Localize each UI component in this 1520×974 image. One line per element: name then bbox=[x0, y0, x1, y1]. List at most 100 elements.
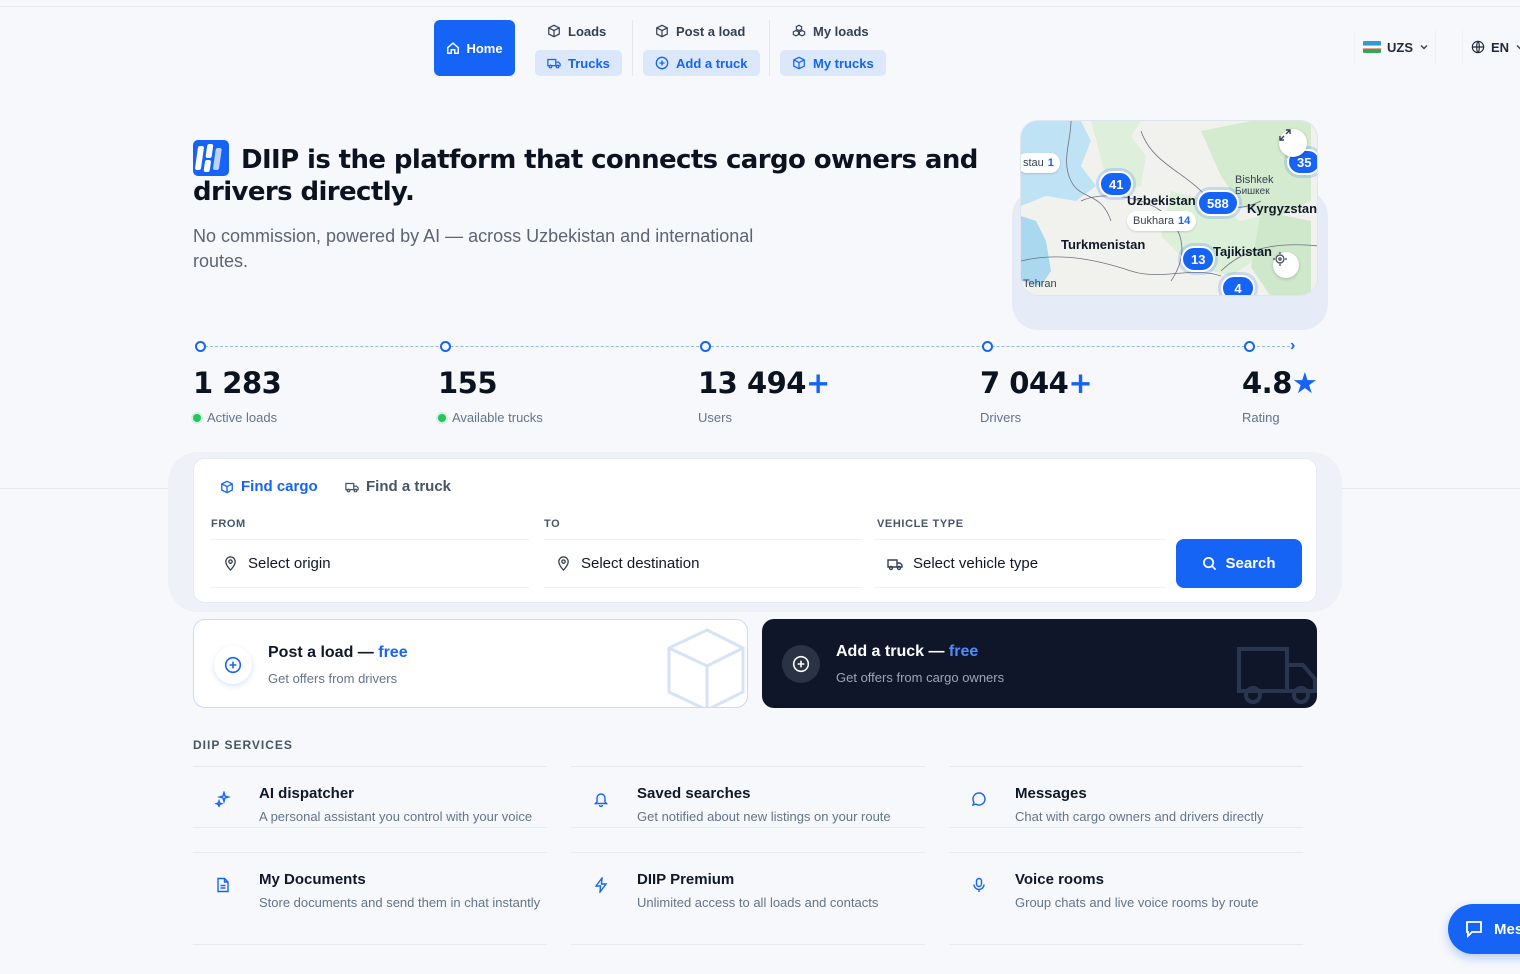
search-button[interactable]: Search bbox=[1176, 539, 1302, 588]
nav-home-button[interactable]: Home bbox=[434, 20, 515, 76]
timeline-dot bbox=[700, 341, 711, 352]
service-title: DIIP Premium bbox=[637, 871, 735, 888]
vehicle-type-label: VEHICLE TYPE bbox=[877, 518, 964, 530]
map-label-bishkek-cyrillic: Бишкек bbox=[1235, 186, 1270, 197]
uzbekistan-flag-icon bbox=[1363, 41, 1381, 53]
map-cluster[interactable]: 588 bbox=[1197, 190, 1239, 216]
service-diip-premium[interactable]: DIIP Premium Unlimited access to all loa… bbox=[571, 852, 925, 945]
language-selector[interactable]: EN bbox=[1462, 30, 1520, 64]
tab-find-cargo-label: Find cargo bbox=[241, 478, 318, 495]
truck-icon bbox=[887, 558, 903, 570]
nav-separator bbox=[769, 20, 770, 76]
origin-placeholder: Select origin bbox=[248, 555, 331, 572]
nav-my-trucks[interactable]: My trucks bbox=[780, 50, 886, 76]
tab-find-truck[interactable]: Find a truck bbox=[345, 478, 451, 495]
service-description: A personal assistant you control with yo… bbox=[259, 809, 533, 824]
search-button-label: Search bbox=[1225, 555, 1276, 572]
timeline-dot bbox=[440, 341, 451, 352]
chevron-right-icon: › bbox=[1290, 337, 1296, 354]
boxes-icon bbox=[792, 24, 806, 37]
top-divider bbox=[0, 6, 1520, 7]
nav-group-loads: Loads Trucks bbox=[535, 20, 622, 76]
stat-drivers-value: 7 044+ bbox=[980, 366, 1093, 400]
service-title: Voice rooms bbox=[1015, 871, 1104, 888]
timeline-dot bbox=[982, 341, 993, 352]
currency-label: UZS bbox=[1387, 39, 1413, 55]
add-truck-card[interactable]: Add a truck — free Get offers from cargo… bbox=[762, 619, 1317, 708]
nav-separator bbox=[632, 20, 633, 76]
expand-map-button[interactable] bbox=[1279, 129, 1307, 157]
map-label-turkmenistan: Turkmenistan bbox=[1061, 237, 1146, 252]
nav-group-post: Post a load Add a truck bbox=[643, 20, 760, 76]
add-truck-subtitle: Get offers from cargo owners bbox=[836, 670, 1005, 685]
map-label-uzbekistan: Uzbekistan bbox=[1127, 193, 1196, 208]
hero-subtitle: No commission, powered by AI — across Uz… bbox=[193, 226, 754, 271]
post-load-card[interactable]: Post a load — free Get offers from drive… bbox=[193, 619, 748, 708]
service-saved-searches[interactable]: Saved searches Get notified about new li… bbox=[571, 766, 925, 828]
service-my-documents[interactable]: My Documents Store documents and send th… bbox=[193, 852, 547, 945]
tab-find-truck-label: Find a truck bbox=[366, 478, 452, 495]
chevron-down-icon bbox=[1420, 45, 1428, 50]
map-pin-icon bbox=[558, 556, 569, 571]
box-plus-icon bbox=[656, 24, 668, 38]
stat-rating-label: Rating bbox=[1242, 410, 1280, 425]
chat-bubble-icon bbox=[971, 792, 986, 807]
microphone-icon bbox=[973, 877, 985, 892]
box-icon bbox=[548, 24, 560, 38]
nav-my-loads[interactable]: My loads bbox=[780, 20, 886, 42]
bell-icon bbox=[593, 793, 609, 807]
destination-select[interactable]: Select destination bbox=[544, 539, 862, 588]
map-chip-bukhara[interactable]: Bukhara 14 bbox=[1127, 211, 1197, 231]
currency-selector[interactable]: UZS bbox=[1354, 30, 1436, 64]
nav-trucks-label: Trucks bbox=[568, 55, 610, 71]
live-dot-icon bbox=[193, 413, 201, 422]
live-dot-icon bbox=[438, 413, 446, 422]
crosshair-icon bbox=[1273, 252, 1287, 266]
document-icon bbox=[217, 877, 229, 893]
add-truck-title: Add a truck — free bbox=[836, 643, 979, 660]
vehicle-type-select[interactable]: Select vehicle type bbox=[875, 539, 1165, 588]
timeline-dot bbox=[1244, 341, 1255, 352]
nav-add-truck-label: Add a truck bbox=[676, 55, 748, 71]
origin-select[interactable]: Select origin bbox=[211, 539, 529, 588]
expand-icon bbox=[1279, 129, 1291, 141]
service-messages[interactable]: Messages Chat with cargo owners and driv… bbox=[949, 766, 1303, 828]
package-icon bbox=[793, 56, 805, 70]
nav-loads[interactable]: Loads bbox=[535, 20, 622, 42]
truck-icon bbox=[345, 482, 359, 492]
home-icon bbox=[447, 42, 460, 54]
map-pin-icon bbox=[225, 556, 236, 571]
chat-icon bbox=[1466, 921, 1482, 939]
map-cluster[interactable]: 13 bbox=[1181, 246, 1216, 272]
service-ai-dispatcher[interactable]: AI dispatcher A personal assistant you c… bbox=[193, 766, 547, 828]
map-widget[interactable]: stau 1 41 Uzbekistan 588 Kyrgyzstan Bishk… bbox=[1020, 120, 1318, 296]
from-label: FROM bbox=[211, 518, 246, 530]
post-load-subtitle: Get offers from drivers bbox=[268, 671, 398, 686]
to-label: TO bbox=[544, 518, 561, 530]
plus-circle-icon bbox=[214, 646, 252, 684]
stat-drivers-label: Drivers bbox=[980, 410, 1022, 425]
nav-trucks[interactable]: Trucks bbox=[535, 50, 622, 76]
messages-fab-label: Mes bbox=[1494, 920, 1520, 938]
map-cluster[interactable]: 4 bbox=[1221, 275, 1255, 295]
box-decoration-icon bbox=[667, 628, 745, 707]
map-label-tehran: Tehran bbox=[1023, 278, 1057, 290]
nav-post-load-label: Post a load bbox=[676, 23, 746, 39]
nav-post-load[interactable]: Post a load bbox=[643, 20, 760, 42]
service-description: Get notified about new listings on your … bbox=[637, 809, 891, 824]
service-voice-rooms[interactable]: Voice rooms Group chats and live voice r… bbox=[949, 852, 1303, 945]
nav-add-truck[interactable]: Add a truck bbox=[643, 50, 760, 76]
search-icon bbox=[1203, 557, 1217, 571]
timeline-dot bbox=[195, 341, 206, 352]
service-description: Unlimited access to all loads and contac… bbox=[637, 895, 879, 910]
nav-loads-label: Loads bbox=[568, 23, 607, 39]
map-label-bishkek: Bishkek bbox=[1235, 174, 1274, 186]
map-chip-stau[interactable]: stau 1 bbox=[1021, 153, 1060, 173]
service-description: Store documents and send them in chat in… bbox=[259, 895, 541, 910]
stat-users-value: 13 494+ bbox=[698, 366, 830, 400]
nav-my-loads-label: My loads bbox=[813, 23, 869, 39]
locate-button[interactable] bbox=[1273, 252, 1299, 278]
tab-find-cargo[interactable]: Find cargo bbox=[220, 478, 318, 495]
messages-fab-button[interactable]: Mes bbox=[1448, 904, 1520, 954]
stat-users-label: Users bbox=[698, 410, 732, 425]
